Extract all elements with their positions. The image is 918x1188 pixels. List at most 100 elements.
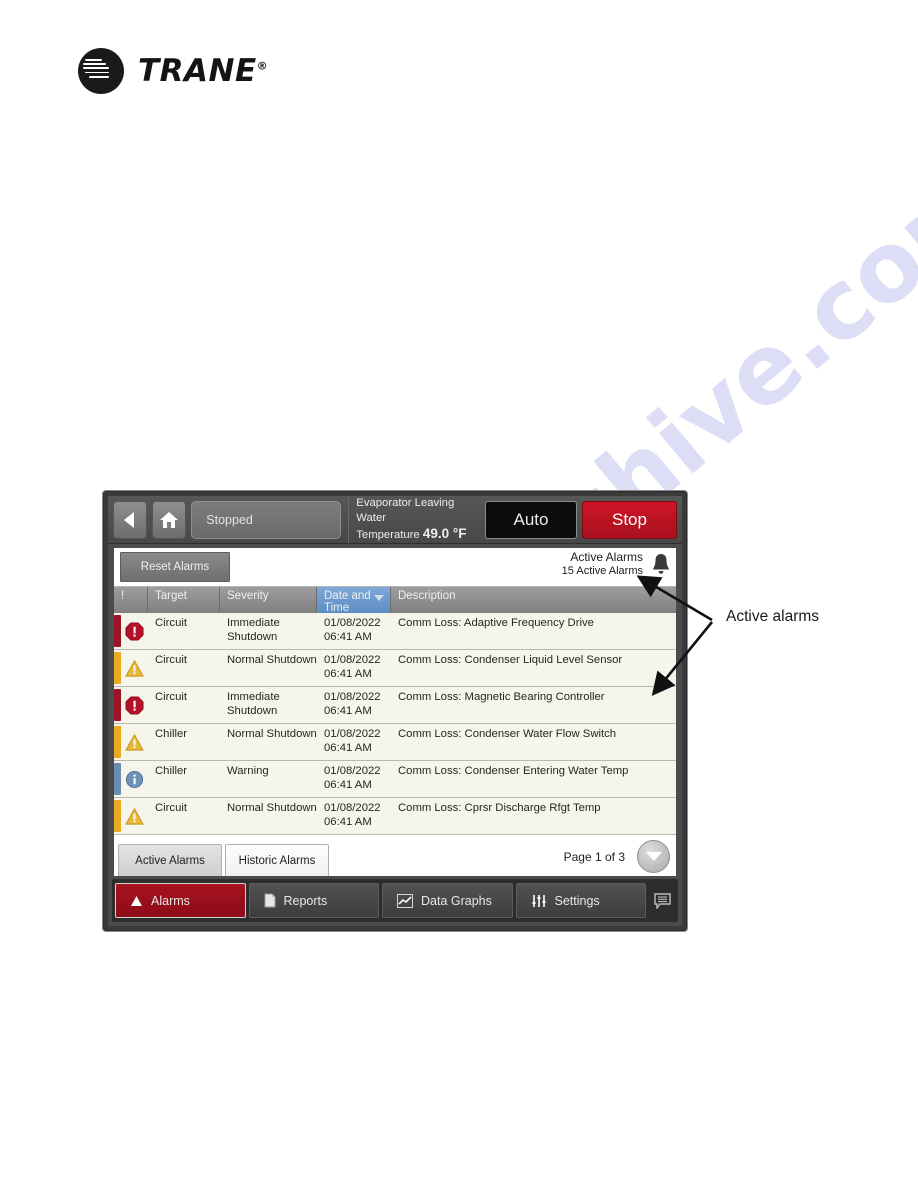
row-time: 06:41 AM: [324, 668, 372, 680]
reset-alarms-button[interactable]: Reset Alarms: [120, 552, 230, 582]
chevron-down-icon: [645, 852, 662, 861]
alarms-footer: Active Alarms Historic Alarms Page 1 of …: [114, 836, 676, 876]
table-row[interactable]: Circuit Normal Shutdown 01/08/2022 06:41 …: [114, 798, 676, 835]
evaporator-temp-value: 49.0 °F: [422, 526, 467, 541]
alarms-panel-header: Reset Alarms Active Alarms 15 Active Ala…: [114, 548, 676, 586]
row-target: Chiller: [155, 765, 188, 777]
document-icon: [264, 893, 276, 908]
controller-device-bezel: Stopped Evaporator Leaving Water Tempera…: [103, 491, 687, 931]
row-description: Comm Loss: Cprsr Discharge Rfgt Temp: [398, 802, 601, 814]
bell-icon[interactable]: [650, 552, 672, 576]
alarms-table: ! Target Severity Date and Time Descript…: [114, 586, 676, 836]
severity-bar: [114, 800, 121, 832]
column-header-datetime[interactable]: Date and Time: [317, 587, 391, 614]
table-row[interactable]: Chiller Normal Shutdown 01/08/2022 06:41 …: [114, 724, 676, 761]
row-description: Comm Loss: Magnetic Bearing Controller: [398, 691, 605, 703]
row-severity: Normal Shutdown: [227, 654, 317, 666]
column-header-icon[interactable]: !: [114, 587, 148, 613]
auto-mode-label: Auto: [513, 509, 549, 529]
row-severity: Immediate Shutdown: [227, 617, 280, 643]
table-row[interactable]: Circuit Immediate Shutdown 01/08/2022 06:…: [114, 613, 676, 650]
row-severity: Normal Shutdown: [227, 728, 317, 740]
stop-button[interactable]: Stop: [581, 500, 677, 539]
back-button[interactable]: [113, 500, 148, 539]
back-arrow-icon: [124, 511, 135, 528]
row-datetime: 01/08/2022 06:41 AM: [317, 761, 391, 797]
row-date: 01/08/2022: [324, 728, 381, 740]
row-target: Circuit: [155, 802, 188, 814]
bottom-navigation: Alarms Reports Data Graphs Settings: [112, 879, 678, 922]
pagination: Page 1 of 3: [564, 840, 670, 873]
row-time: 06:41 AM: [324, 816, 372, 828]
row-datetime: 01/08/2022 06:41 AM: [317, 798, 391, 834]
row-severity-icon-cell: [121, 761, 148, 797]
nav-item-settings-label: Settings: [554, 893, 600, 908]
row-severity-icon-cell: [121, 798, 148, 834]
nav-item-reports[interactable]: Reports: [248, 883, 379, 918]
tab-active-alarms[interactable]: Active Alarms: [118, 844, 222, 876]
warning-triangle-icon: [125, 659, 144, 677]
row-description: Comm Loss: Condenser Entering Water Temp: [398, 765, 629, 777]
table-row[interactable]: Circuit Normal Shutdown 01/08/2022 06:41 …: [114, 650, 676, 687]
chat-button[interactable]: [649, 892, 675, 909]
evaporator-label-line2: Temperature: [356, 529, 420, 541]
row-date: 01/08/2022: [324, 654, 381, 666]
nav-item-settings[interactable]: Settings: [515, 883, 646, 918]
scroll-down-button[interactable]: [637, 840, 670, 873]
controller-screen: Stopped Evaporator Leaving Water Tempera…: [108, 496, 682, 926]
row-date: 01/08/2022: [324, 802, 381, 814]
row-description: Comm Loss: Condenser Liquid Level Sensor: [398, 654, 623, 666]
column-header-description[interactable]: Description: [391, 587, 676, 613]
row-severity-icon-cell: [121, 687, 148, 723]
row-severity: Warning: [227, 765, 269, 777]
sliders-icon: [531, 894, 547, 908]
warning-triangle-icon: [125, 733, 144, 751]
row-datetime: 01/08/2022 06:41 AM: [317, 687, 391, 723]
table-row[interactable]: Circuit Immediate Shutdown 01/08/2022 06:…: [114, 687, 676, 724]
brand-trademark: ®: [256, 59, 269, 73]
status-bar: Stopped Evaporator Leaving Water Tempera…: [108, 496, 682, 544]
home-icon: [160, 511, 179, 528]
auto-mode-button[interactable]: Auto: [484, 500, 577, 539]
active-alarms-count: 15 Active Alarms: [561, 565, 643, 577]
row-severity: Normal Shutdown: [227, 802, 317, 814]
home-button[interactable]: [152, 500, 187, 539]
nav-item-data-graphs[interactable]: Data Graphs: [382, 883, 513, 918]
brand-wordmark: TRANE: [138, 53, 257, 89]
evaporator-label-line1: Evaporator Leaving Water: [356, 497, 455, 524]
severity-bar: [114, 726, 121, 758]
error-octagon-icon: [125, 621, 144, 641]
column-header-datetime-label: Date and Time: [324, 590, 371, 614]
row-time: 06:41 AM: [324, 631, 372, 643]
row-description: Comm Loss: Adaptive Frequency Drive: [398, 617, 594, 629]
error-octagon-icon: [125, 695, 144, 715]
nav-item-alarms-label: Alarms: [151, 893, 190, 908]
info-circle-icon: [125, 770, 144, 788]
column-header-severity[interactable]: Severity: [220, 587, 317, 613]
row-target: Chiller: [155, 728, 188, 740]
nav-item-data-graphs-label: Data Graphs: [421, 893, 492, 908]
table-row[interactable]: Chiller Warning 01/08/2022 06:41 AM Comm …: [114, 761, 676, 798]
page-indicator: Page 1 of 3: [563, 849, 625, 864]
annotation-label: Active alarms: [726, 608, 820, 625]
brand-logo: TRANE®: [78, 48, 268, 94]
row-datetime: 01/08/2022 06:41 AM: [317, 724, 391, 760]
tab-historic-alarms[interactable]: Historic Alarms: [225, 844, 329, 876]
chiller-status-value: Stopped: [206, 512, 253, 527]
reset-alarms-label: Reset Alarms: [140, 561, 210, 573]
speech-bubble-icon: [653, 892, 671, 909]
severity-bar: [114, 615, 121, 647]
severity-bar: [114, 652, 121, 684]
nav-item-alarms[interactable]: Alarms: [115, 883, 246, 918]
evaporator-readout: Evaporator Leaving Water Temperature 49.…: [348, 496, 480, 543]
row-time: 06:41 AM: [324, 742, 372, 754]
active-alarms-summary: Active Alarms 15 Active Alarms: [562, 550, 672, 578]
trane-logo-mark-icon: [78, 48, 124, 94]
row-date: 01/08/2022: [324, 691, 381, 703]
stop-button-label: Stop: [611, 509, 647, 529]
row-target: Circuit: [155, 617, 188, 629]
active-alarms-title: Active Alarms: [570, 550, 643, 564]
column-header-target[interactable]: Target: [148, 587, 220, 613]
row-date: 01/08/2022: [324, 765, 381, 777]
chiller-status-field[interactable]: Stopped: [191, 500, 342, 539]
